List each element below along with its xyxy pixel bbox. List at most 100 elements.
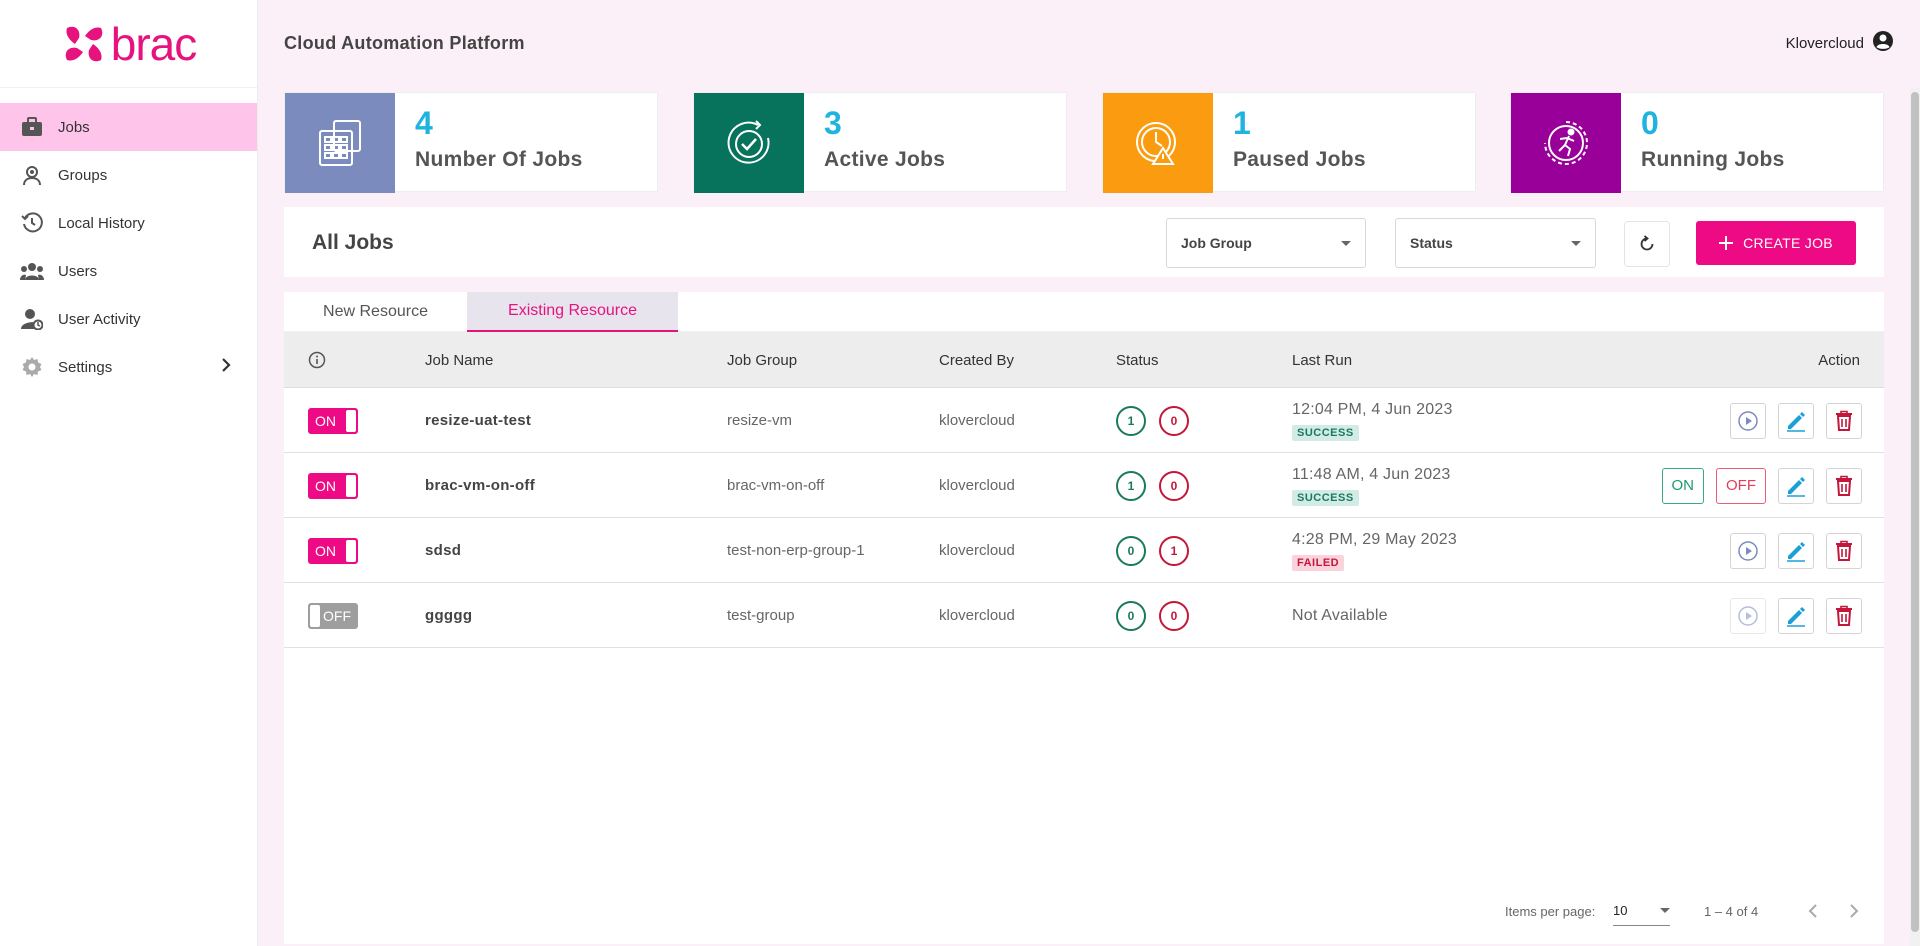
last-run-time: 4:28 PM, 29 May 2023 xyxy=(1292,530,1457,548)
job-group: test-non-erp-group-1 xyxy=(727,542,865,559)
status-select[interactable]: Status xyxy=(1395,218,1596,268)
status-badge: SUCCESS xyxy=(1292,489,1359,506)
top-header: Cloud Automation Platform Klovercloud xyxy=(259,0,1920,86)
stat-number: 3 xyxy=(824,105,842,141)
play-circle-icon xyxy=(1738,410,1758,431)
info-icon[interactable] xyxy=(308,332,326,388)
table-row: ON brac-vm-on-off brac-vm-on-off kloverc… xyxy=(284,453,1884,518)
caret-down-icon xyxy=(1660,908,1670,913)
sidebar-item-local-history[interactable]: Local History xyxy=(0,199,257,247)
chevron-right-icon xyxy=(1850,904,1859,918)
col-last-run[interactable]: Last Run xyxy=(1292,332,1352,388)
col-job-name[interactable]: Job Name xyxy=(425,332,493,388)
sidebar-item-user-activity[interactable]: User Activity xyxy=(0,295,257,343)
edit-button[interactable] xyxy=(1778,402,1814,439)
previous-page-button[interactable] xyxy=(1808,896,1818,926)
stat-label: Number Of Jobs xyxy=(415,147,583,171)
sidebar: brac Jobs Groups Local History Users Use… xyxy=(0,0,258,946)
job-group-select[interactable]: Job Group xyxy=(1166,218,1366,268)
sidebar-item-jobs[interactable]: Jobs xyxy=(0,103,257,151)
page-range: 1 – 4 of 4 xyxy=(1704,903,1759,919)
sidebar-item-users[interactable]: Users xyxy=(0,247,257,295)
failure-count: 0 xyxy=(1159,600,1189,631)
user-activity-icon xyxy=(20,307,44,331)
delete-button[interactable] xyxy=(1826,597,1862,634)
col-job-group[interactable]: Job Group xyxy=(727,332,797,388)
tab-existing-resource[interactable]: Existing Resource xyxy=(467,292,678,332)
chevron-right-icon xyxy=(221,357,231,377)
briefcase-icon xyxy=(20,115,44,139)
delete-button[interactable] xyxy=(1826,402,1862,439)
stat-card-active-jobs: 3 Active Jobs xyxy=(693,92,1067,193)
stat-card-number-of-jobs: 4 Number Of Jobs xyxy=(284,92,658,193)
history-icon xyxy=(20,211,44,235)
brac-logo-icon xyxy=(65,26,103,61)
table-row: ON sdsd test-non-erp-group-1 klovercloud… xyxy=(284,518,1884,583)
sidebar-item-groups[interactable]: Groups xyxy=(0,151,257,199)
user-name: Klovercloud xyxy=(1785,34,1864,52)
delete-button[interactable] xyxy=(1826,532,1862,569)
stat-label: Active Jobs xyxy=(824,147,946,171)
account-circle-icon xyxy=(1872,30,1894,56)
run-button[interactable] xyxy=(1730,402,1766,439)
create-job-button[interactable]: CREATE JOB xyxy=(1696,221,1856,265)
delete-button[interactable] xyxy=(1826,467,1862,504)
success-count: 0 xyxy=(1116,535,1146,566)
all-jobs-toolbar: All Jobs Job Group Status CREATE JOB xyxy=(284,207,1884,277)
items-per-page-value: 10 xyxy=(1613,903,1628,918)
caret-down-icon xyxy=(1571,240,1581,246)
gear-icon xyxy=(20,355,44,379)
stat-card-paused-jobs: 1 Paused Jobs xyxy=(1102,92,1476,193)
job-name: ggggg xyxy=(425,607,473,624)
trash-icon xyxy=(1836,410,1852,431)
groups-icon xyxy=(20,163,44,187)
sidebar-item-label: Users xyxy=(58,262,98,280)
created-by: klovercloud xyxy=(939,607,1015,624)
tab-new-resource[interactable]: New Resource xyxy=(284,292,467,332)
job-toggle[interactable]: ON xyxy=(308,472,358,499)
plus-icon xyxy=(1719,236,1734,250)
edit-button[interactable] xyxy=(1778,467,1814,504)
failure-count: 0 xyxy=(1159,470,1189,501)
check-circle-icon xyxy=(694,93,804,193)
sidebar-item-label: Settings xyxy=(58,358,113,376)
edit-button[interactable] xyxy=(1778,597,1814,634)
sidebar-item-label: Jobs xyxy=(58,118,90,136)
job-toggle[interactable]: ON xyxy=(308,407,358,434)
items-per-page-select[interactable]: 10 xyxy=(1613,896,1670,926)
items-per-page-label: Items per page: xyxy=(1505,903,1596,919)
stat-label: Paused Jobs xyxy=(1233,147,1366,171)
last-run-time: Not Available xyxy=(1292,606,1388,624)
user-menu[interactable]: Klovercloud xyxy=(1786,30,1894,56)
status-select-label: Status xyxy=(1410,235,1453,251)
job-group: resize-vm xyxy=(727,412,793,429)
paused-clock-icon xyxy=(1103,93,1213,193)
job-name: brac-vm-on-off xyxy=(425,477,536,494)
page-scrollbar[interactable] xyxy=(1910,88,1920,946)
pencil-icon xyxy=(1787,411,1805,432)
col-status[interactable]: Status xyxy=(1116,332,1159,388)
job-toggle[interactable]: ON xyxy=(308,537,358,564)
brand-logo[interactable]: brac xyxy=(0,0,257,88)
sidebar-item-settings[interactable]: Settings xyxy=(0,343,257,391)
last-run-time: 12:04 PM, 4 Jun 2023 xyxy=(1292,400,1453,418)
col-created-by[interactable]: Created By xyxy=(939,332,1014,388)
scrollbar-thumb[interactable] xyxy=(1911,92,1919,932)
run-button[interactable] xyxy=(1730,597,1766,634)
calculator-icon xyxy=(285,93,395,193)
job-group: test-group xyxy=(727,607,795,624)
stats-row: 4 Number Of Jobs 3 Active Jobs 1 Paused … xyxy=(284,92,1884,193)
stat-label: Running Jobs xyxy=(1641,147,1785,171)
refresh-button[interactable] xyxy=(1624,221,1670,267)
pencil-icon xyxy=(1787,541,1805,562)
status-badge: FAILED xyxy=(1292,554,1345,571)
next-page-button[interactable] xyxy=(1849,896,1859,926)
vm-off-button[interactable]: OFF xyxy=(1716,467,1766,504)
refresh-icon xyxy=(1640,235,1654,251)
run-button[interactable] xyxy=(1730,532,1766,569)
col-action: Action xyxy=(1818,351,1860,369)
job-toggle[interactable]: OFF xyxy=(308,602,358,629)
paginator: Items per page: 10 1 – 4 of 4 xyxy=(284,896,1884,926)
edit-button[interactable] xyxy=(1778,532,1814,569)
vm-on-button[interactable]: ON xyxy=(1661,467,1704,504)
